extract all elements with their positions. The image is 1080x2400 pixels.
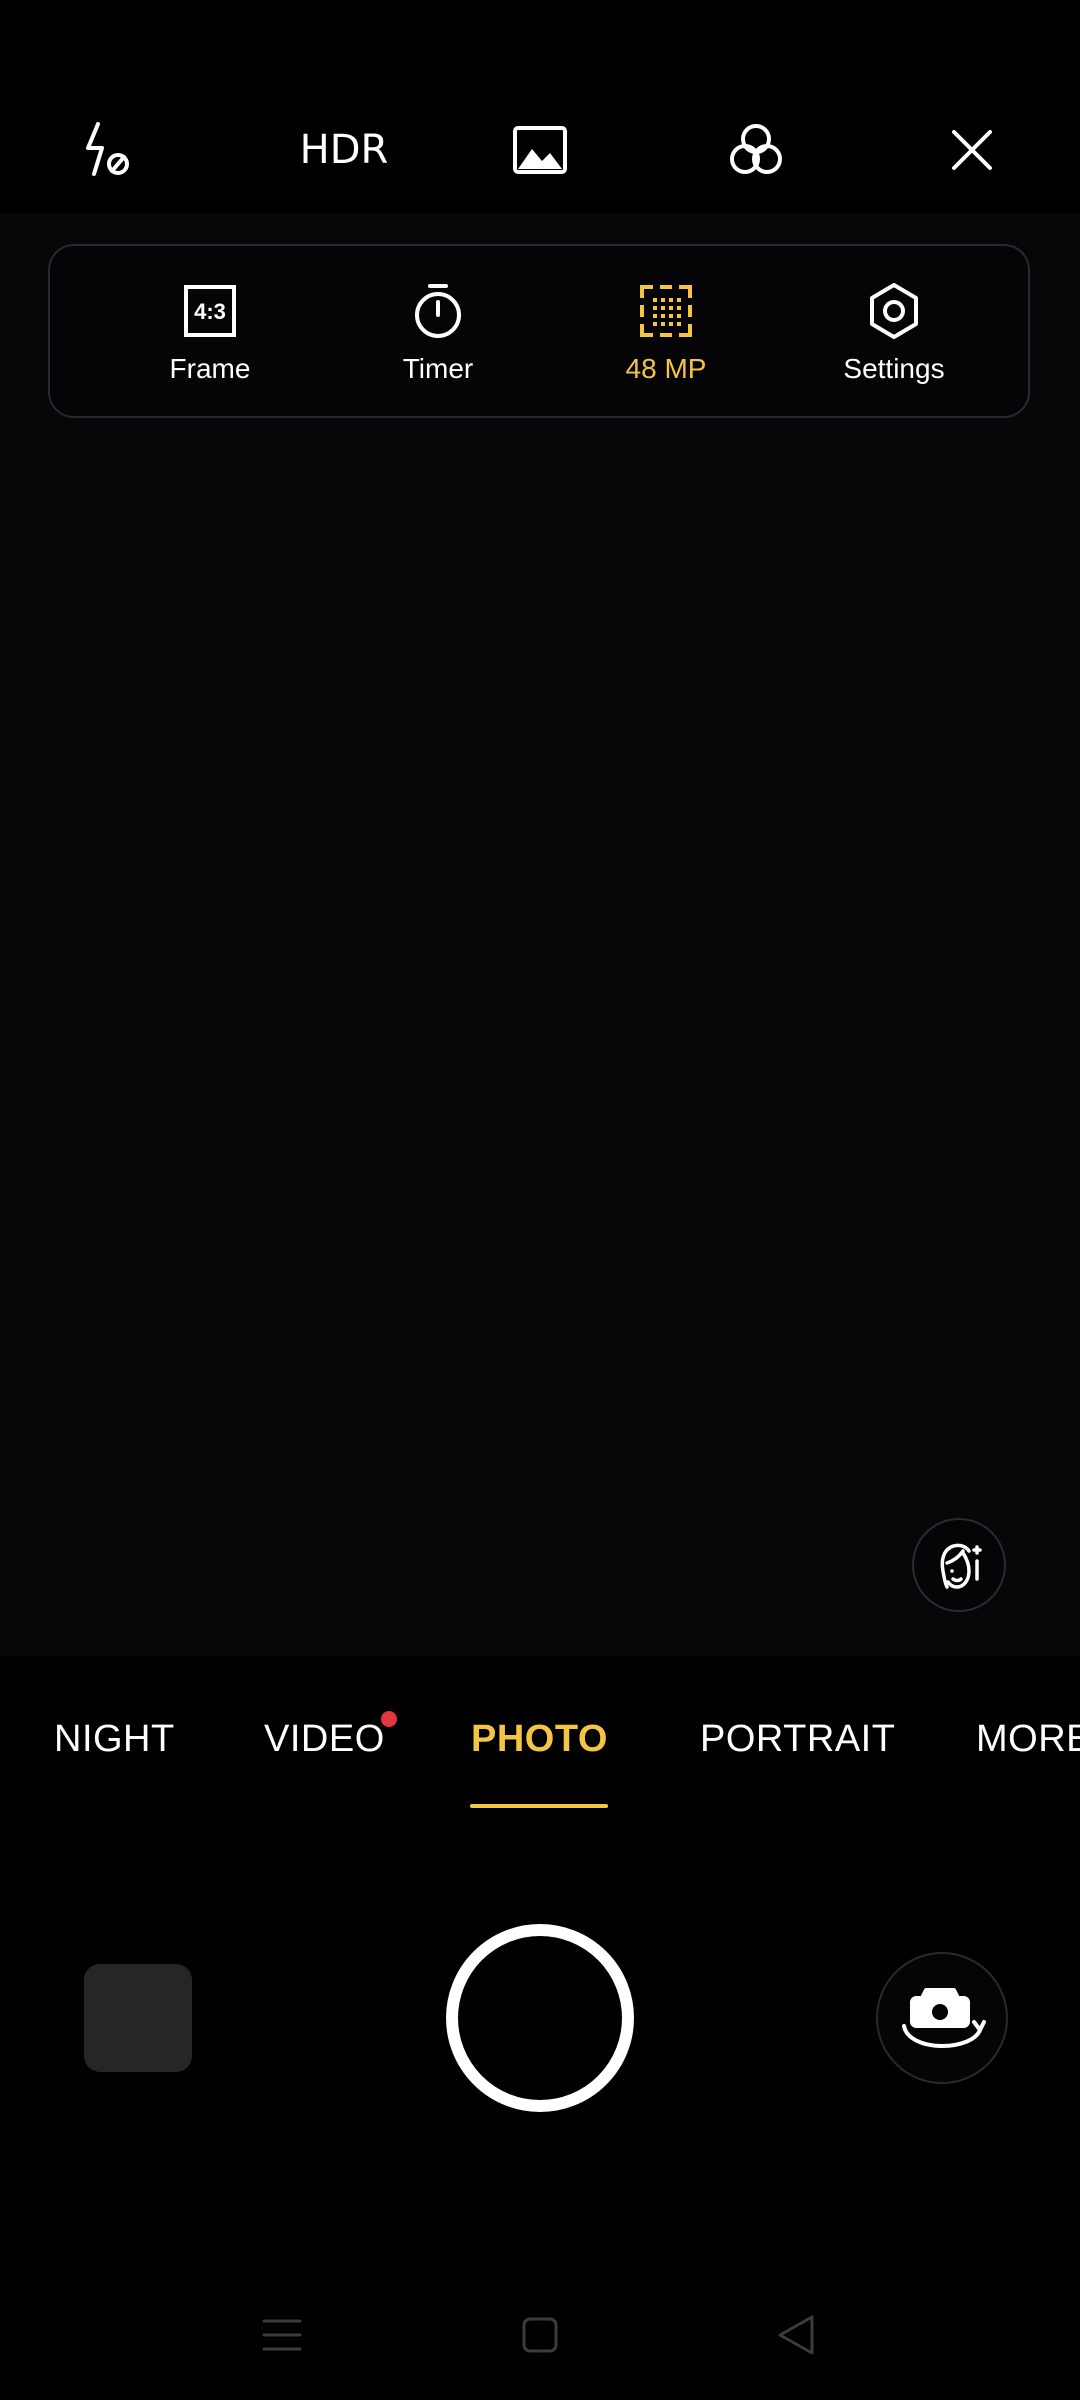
frame-button[interactable]: 4:3 Frame [96,246,324,420]
switch-camera-button[interactable] [876,1952,1008,2084]
settings-label: Settings [843,353,945,384]
new-indicator-dot [381,1711,397,1727]
mode-video[interactable]: VIDEO [264,1718,385,1761]
back-triangle-icon [778,2315,814,2355]
camera-screen: HDR 4:3 Frame Timer 48 MP Settings NIGHT… [0,0,1080,2400]
shutter-button[interactable] [446,1924,634,2112]
flash-off-icon[interactable] [68,110,148,190]
hdr-label: HDR [299,127,389,173]
switch-camera-icon [902,1988,986,2048]
hdr-button[interactable]: HDR [284,110,404,190]
settings-icon [864,281,924,341]
top-bar: HDR [0,0,1080,214]
resolution-label: 48 MP [625,353,707,384]
timer-button[interactable]: Timer [324,246,552,420]
frame-label: Frame [169,353,251,384]
home-nav-button[interactable] [500,2300,580,2370]
timer-label: Timer [402,353,474,384]
resolution-icon [636,281,696,341]
menu-icon [262,2319,302,2351]
svg-text:4:3: 4:3 [194,299,226,324]
settings-button[interactable]: Settings [780,246,1008,420]
back-nav-button[interactable] [756,2300,836,2370]
aspect-ratio-icon: 4:3 [180,281,240,341]
timer-icon [408,281,468,341]
home-square-icon [522,2317,558,2353]
beauty-button[interactable] [912,1518,1006,1612]
gallery-thumbnail[interactable] [84,1964,192,2072]
filter-icon[interactable] [716,110,796,190]
viewfinder[interactable] [0,214,1080,1656]
mode-more[interactable]: MORE [976,1718,1080,1761]
beauty-face-icon [940,1543,982,1589]
mode-night[interactable]: NIGHT [54,1718,175,1761]
close-icon[interactable] [932,110,1012,190]
mode-selector: NIGHT VIDEO PHOTO PORTRAIT MORE [0,1708,1080,1818]
quick-settings-panel: 4:3 Frame Timer 48 MP Settings [48,244,1030,418]
mode-photo[interactable]: PHOTO [471,1718,608,1761]
image-icon[interactable] [500,110,580,190]
resolution-button[interactable]: 48 MP [552,246,780,420]
recents-nav-button[interactable] [242,2300,322,2370]
active-mode-underline [470,1804,608,1808]
mode-portrait[interactable]: PORTRAIT [700,1718,895,1761]
